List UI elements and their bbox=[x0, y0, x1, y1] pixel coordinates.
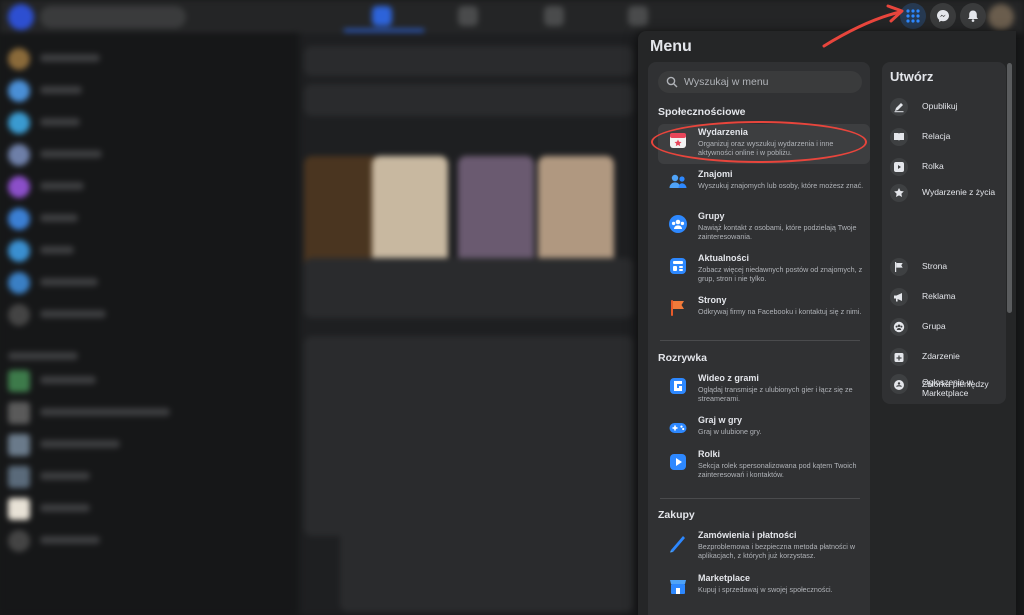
menu-item-title: Aktualności bbox=[698, 253, 750, 263]
menu-search[interactable] bbox=[658, 71, 862, 93]
nav-gaming[interactable] bbox=[628, 6, 648, 26]
messenger-button[interactable] bbox=[930, 3, 956, 29]
section-heading-social: Społecznościowe bbox=[658, 106, 746, 118]
menu-item-desc: Bezproblemowa i bezpieczna metoda płatno… bbox=[698, 542, 856, 560]
menu-item-desc: Sekcja rolek spersonalizowana pod kątem … bbox=[698, 461, 857, 479]
menu-item-title: Graj w gry bbox=[698, 415, 743, 425]
menu-title: Menu bbox=[650, 38, 692, 55]
menu-item-pages[interactable]: Strony Odkrywaj firmy na Facebooku i kon… bbox=[658, 292, 870, 332]
megaphone-icon bbox=[890, 288, 908, 306]
gamepad-icon bbox=[669, 423, 687, 433]
gaming-video-icon bbox=[670, 378, 686, 394]
section-heading-entertainment: Rozrywka bbox=[658, 352, 708, 364]
create-item-fundraiser[interactable]: Zbiórka pieniędzy bbox=[890, 376, 1000, 396]
menu-item-title: Znajomi bbox=[698, 169, 733, 179]
create-card: Utwórz Opublikuj Relacja Rolka Wydarzeni… bbox=[882, 62, 1006, 404]
menu-item-desc: Nawiąż kontakt z osobami, które podziela… bbox=[698, 223, 857, 241]
menu-item-title: Rolki bbox=[698, 449, 721, 459]
menu-scrollbar[interactable] bbox=[1007, 63, 1012, 313]
flag-icon bbox=[671, 300, 684, 316]
menu-item-title: Wideo z grami bbox=[698, 373, 759, 383]
left-sidebar bbox=[0, 32, 296, 615]
reels-play-icon bbox=[670, 454, 686, 470]
account-avatar[interactable] bbox=[988, 4, 1014, 30]
menu-item-desc: Oglądaj transmisje z ulubionych gier i ł… bbox=[698, 385, 853, 403]
create-item-page[interactable]: Strona bbox=[890, 258, 1000, 278]
menu-item-title: Strony bbox=[698, 295, 727, 305]
menu-item-desc: Kupuj i sprzedawaj w swojej społeczności… bbox=[698, 585, 833, 594]
menu-item-reels[interactable]: Rolki Sekcja rolek spersonalizowana pod … bbox=[658, 446, 870, 486]
menu-item-desc: Wyszukuj znajomych lub osoby, które może… bbox=[698, 181, 864, 190]
group-icon bbox=[890, 318, 908, 336]
menu-item-friends[interactable]: Znajomi Wyszukuj znajomych lub osoby, kt… bbox=[658, 166, 870, 206]
section-heading-shopping: Zakupy bbox=[658, 509, 695, 521]
calendar-plus-icon bbox=[890, 348, 908, 366]
marketplace-icon bbox=[670, 580, 686, 594]
annotation-highlight-ellipse bbox=[651, 121, 867, 163]
nav-home[interactable] bbox=[372, 6, 392, 26]
notifications-button[interactable] bbox=[960, 3, 986, 29]
create-item-group[interactable]: Grupa bbox=[890, 318, 1000, 338]
menu-item-desc: Zobacz więcej niedawnych postów od znajo… bbox=[698, 265, 863, 283]
section-divider bbox=[660, 498, 860, 499]
star-icon bbox=[890, 184, 908, 202]
nav-groups[interactable] bbox=[544, 6, 564, 26]
create-item-reel[interactable]: Rolka bbox=[890, 158, 1000, 178]
annotation-arrow-icon bbox=[822, 4, 904, 48]
messenger-icon bbox=[937, 10, 949, 22]
create-title: Utwórz bbox=[890, 69, 934, 84]
friends-icon bbox=[669, 174, 687, 188]
menu-search-input[interactable] bbox=[684, 71, 854, 93]
payments-icon bbox=[670, 536, 685, 553]
menu-item-feeds[interactable]: Aktualności Zobacz więcej niedawnych pos… bbox=[658, 250, 870, 290]
menu-item-gaming-video[interactable]: Wideo z grami Oglądaj transmisje z ulubi… bbox=[658, 370, 870, 410]
book-icon bbox=[890, 128, 908, 146]
create-item-ad[interactable]: Reklama bbox=[890, 288, 1000, 308]
menu-item-title: Marketplace bbox=[698, 573, 751, 583]
section-divider bbox=[660, 340, 860, 341]
menu-item-orders-payments[interactable]: Zamówienia i płatności Bezproblemowa i b… bbox=[658, 527, 870, 567]
flag-icon bbox=[890, 258, 908, 276]
menu-item-desc: Graj w ulubione gry. bbox=[698, 427, 762, 436]
menu-item-groups[interactable]: Grupy Nawiąż kontakt z osobami, które po… bbox=[658, 208, 870, 248]
screen: Menu Społecznościowe Wydarzenia Organizu… bbox=[0, 0, 1024, 615]
background-search[interactable] bbox=[40, 6, 186, 28]
menu-item-title: Zamówienia i płatności bbox=[698, 530, 797, 540]
create-item-post[interactable]: Opublikuj bbox=[890, 98, 1000, 118]
reel-icon bbox=[890, 158, 908, 176]
groups-icon bbox=[669, 215, 687, 233]
create-item-event[interactable]: Zdarzenie bbox=[890, 348, 1000, 368]
menu-item-marketplace[interactable]: Marketplace Kupuj i sprzedawaj w swojej … bbox=[658, 570, 870, 610]
nav-video[interactable] bbox=[458, 6, 478, 26]
menu-item-title: Grupy bbox=[698, 211, 725, 221]
menu-panel: Menu Społecznościowe Wydarzenia Organizu… bbox=[638, 31, 1016, 615]
news-feed bbox=[300, 32, 640, 615]
feeds-icon bbox=[670, 258, 686, 274]
facebook-logo[interactable] bbox=[8, 4, 34, 30]
create-item-life-event[interactable]: Wydarzenie z życia bbox=[890, 184, 1000, 212]
menu-item-desc: Odkrywaj firmy na Facebooku i kontaktuj … bbox=[698, 307, 862, 316]
fundraiser-icon bbox=[890, 376, 908, 394]
bell-icon bbox=[968, 10, 978, 22]
create-item-story[interactable]: Relacja bbox=[890, 128, 1000, 148]
edit-icon bbox=[890, 98, 908, 116]
search-icon bbox=[666, 76, 678, 88]
